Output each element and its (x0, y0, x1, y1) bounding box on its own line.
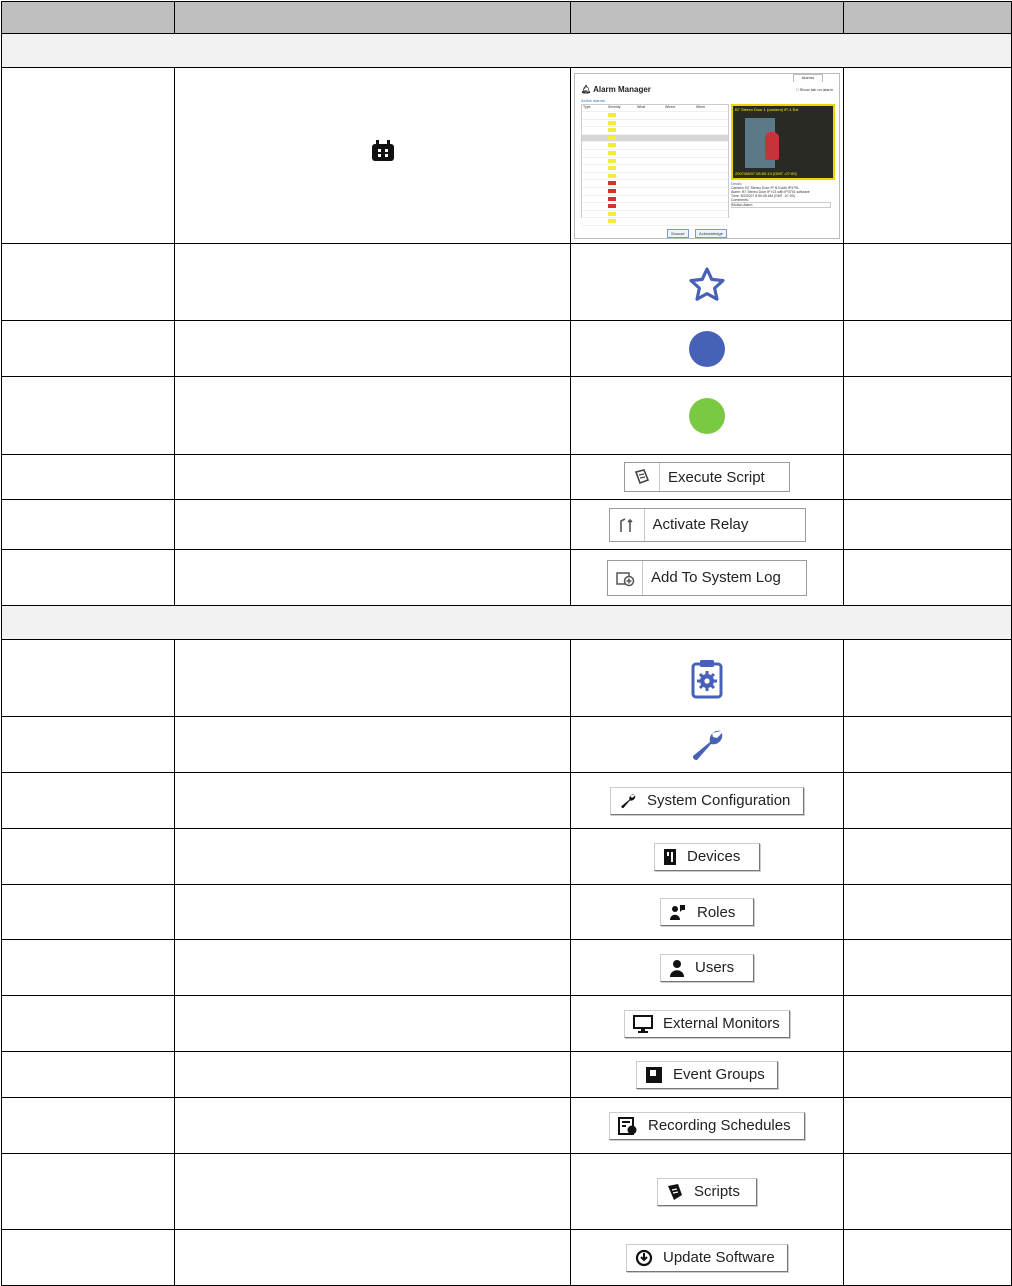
users-button[interactable]: Users (660, 953, 754, 982)
alarm-list-row[interactable] (582, 120, 728, 128)
alarm-list-header: Type Severity What Where When (582, 105, 728, 113)
add-to-system-log-button[interactable]: Add To System Log (607, 559, 807, 596)
alarm-manager-title: 🔔︎ Alarm Manager (581, 84, 651, 94)
blue-dot-icon (689, 330, 725, 367)
alarm-list-row[interactable] (582, 203, 728, 211)
execute-script-button[interactable]: Execute Script (624, 462, 790, 492)
user-icon (669, 955, 685, 981)
alarm-video-preview: B7 Stereo Door 1 (camera) IP-1 Ext 2007/… (731, 103, 835, 180)
system-configuration-button[interactable]: System Configuration (610, 786, 804, 815)
section-row-configuration (1, 605, 1012, 640)
table-row: Recording Schedules (1, 1097, 1012, 1154)
table-row: Users (1, 939, 1012, 996)
alarm-list-row[interactable] (582, 165, 728, 173)
alarm-manager-screenshot: Alarms 🔔︎ Alarm Manager □ Show tab on al… (574, 72, 840, 239)
scripts-button[interactable]: Scripts (657, 1177, 757, 1206)
table-row: Event Groups (1, 1051, 1012, 1098)
alarm-action-buttons: Snooze Acknowledge (667, 222, 729, 238)
icon-reference-table: Alarms 🔔︎ Alarm Manager □ Show tab on al… (1, 1, 1012, 1286)
alarm-details: Details Camera: B7 Stereo Door IP f13 wi… (731, 182, 831, 234)
video-person (765, 131, 779, 160)
table-row: Activate Relay (1, 499, 1012, 550)
alarm-list-row[interactable] (582, 150, 728, 158)
monitor-icon (633, 1011, 653, 1037)
alarm-list-row[interactable] (582, 173, 728, 181)
update-software-icon (635, 1245, 653, 1271)
bell-icon: 🔔︎ (581, 84, 592, 94)
table-row: Scripts (1, 1153, 1012, 1230)
table-row (1, 716, 1012, 773)
snooze-button[interactable]: Snooze (667, 228, 689, 238)
table-row: Devices (1, 828, 1012, 885)
activate-relay-button[interactable]: Activate Relay (608, 507, 806, 542)
script-icon (666, 1179, 684, 1205)
event-groups-button[interactable]: Event Groups (636, 1060, 778, 1089)
star-icon (689, 267, 725, 301)
alarm-list[interactable]: Type Severity What Where When (581, 103, 729, 226)
header-cell (1, 1, 175, 34)
recording-schedule-icon (618, 1113, 638, 1139)
header-cell (843, 1, 1012, 34)
green-dot-icon (689, 397, 725, 434)
table-row: Add To System Log (1, 549, 1012, 606)
table-row (1, 376, 1012, 455)
alarm-list-row[interactable] (582, 134, 728, 143)
roles-button[interactable]: Roles (660, 898, 754, 926)
roles-icon (669, 899, 687, 925)
table-row: External Monitors (1, 995, 1012, 1052)
relay-icon (610, 508, 645, 541)
header-cell (174, 1, 571, 34)
table-header-row (1, 1, 1012, 34)
clipboard-gear-icon (691, 660, 723, 699)
external-monitors-button[interactable]: External Monitors (624, 1009, 790, 1038)
active-alarms-label: Active alarms (581, 97, 606, 103)
event-groups-icon (645, 1062, 663, 1088)
header-cell (570, 1, 844, 34)
table-row: Update Software (1, 1229, 1012, 1286)
acknowledge-button[interactable]: Acknowledge (695, 228, 727, 238)
alarm-list-row[interactable] (582, 142, 728, 151)
wrench-icon (619, 788, 637, 814)
system-log-icon (608, 560, 643, 595)
alarm-list-row[interactable] (582, 211, 728, 219)
alarm-list-row[interactable] (582, 196, 728, 204)
devices-button[interactable]: Devices (654, 842, 760, 871)
alarms-tab[interactable]: Alarms (793, 73, 823, 82)
table-row: Roles (1, 884, 1012, 940)
recording-schedules-button[interactable]: Recording Schedules (609, 1111, 805, 1140)
script-icon (625, 463, 660, 491)
wrench-icon (692, 730, 723, 760)
table-row: System Configuration (1, 772, 1012, 829)
table-row: Alarms 🔔︎ Alarm Manager □ Show tab on al… (1, 67, 1012, 244)
alarm-list-row[interactable] (582, 158, 728, 166)
alarm-list-row[interactable] (582, 180, 728, 189)
table-row (1, 320, 1012, 377)
alarm-list-row[interactable] (582, 112, 728, 120)
alarm-list-row[interactable] (582, 188, 728, 196)
section-row-alarms (1, 33, 1012, 68)
devices-icon (663, 844, 677, 870)
table-row (1, 243, 1012, 321)
table-row: Execute Script (1, 454, 1012, 500)
show-tab-checkbox[interactable]: □ Show tab on alarm (796, 87, 833, 92)
alarm-list-row[interactable] (582, 127, 728, 135)
update-software-button[interactable]: Update Software (626, 1243, 788, 1272)
alarm-toolbar-icon (371, 140, 395, 167)
table-row (1, 639, 1012, 717)
